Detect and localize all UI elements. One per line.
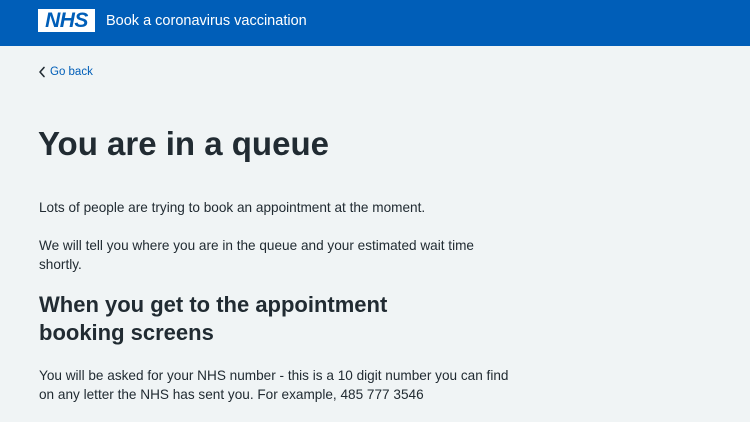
back-link[interactable]: Go back <box>38 65 93 79</box>
chevron-left-icon <box>39 66 45 78</box>
nhs-logo[interactable]: NHS <box>38 9 95 32</box>
site-header: NHS Book a coronavirus vaccination <box>0 0 750 46</box>
section-heading: When you get to the appointment booking … <box>39 292 388 345</box>
queue-info-text: Lots of people are trying to book an app… <box>39 200 426 215</box>
service-name-link[interactable]: Book a coronavirus vaccination <box>106 12 307 30</box>
wait-time-text: We will tell you where you are in the qu… <box>39 238 474 272</box>
page-title: You are in a queue <box>38 125 329 162</box>
back-link-label: Go back <box>50 66 93 78</box>
nhs-number-info-text: You will be asked for your NHS number - … <box>39 368 509 402</box>
